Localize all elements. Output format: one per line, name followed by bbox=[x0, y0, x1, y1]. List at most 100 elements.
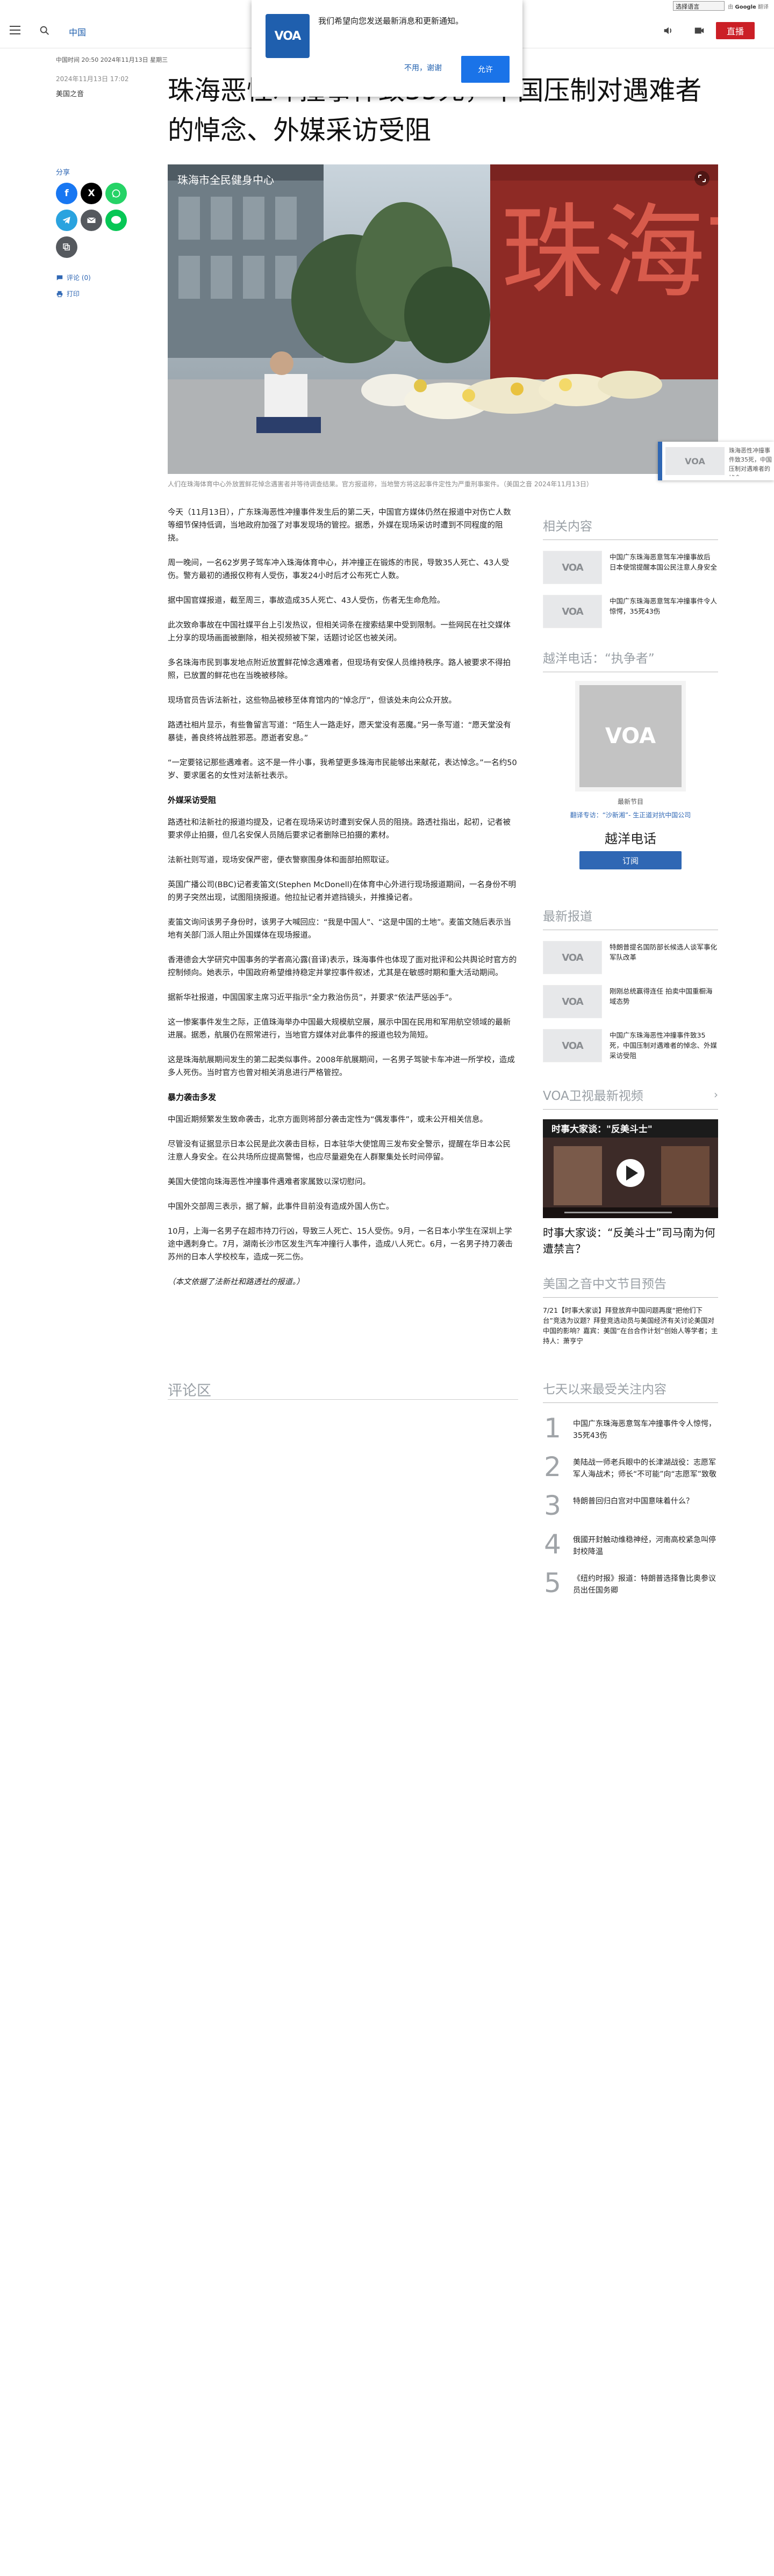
share-buttons: f X bbox=[56, 183, 127, 258]
popular-link[interactable]: 俄國开封触动维稳神经，河南高校紧急叫停封校降温 bbox=[573, 1531, 718, 1558]
paragraph: 现场官员告诉法新社，这些物品被移至体育馆内的“悼念厅”，但该处未向公众开放。 bbox=[168, 696, 457, 705]
paragraph: 尽管没有证据显示日本公民是此次袭击目标，日本驻华大使馆周三发布安全警示，提醒在华… bbox=[168, 1140, 511, 1162]
paragraph: 英国广播公司(BBC)记者麦笛文(Stephen McDonell)在体育中心外… bbox=[168, 881, 517, 902]
popular-link[interactable]: 特朗普回归白宫对中国意味着什么？ bbox=[573, 1492, 693, 1507]
podcast-episode-link[interactable]: 翻译专访：“沙新湘”- 生正道对抗中国公司 bbox=[570, 810, 691, 819]
language-select[interactable]: 选择语言 bbox=[673, 1, 725, 11]
comments-heading: 评论区 bbox=[168, 1383, 211, 1399]
live-button[interactable]: 直播 bbox=[716, 22, 755, 39]
notification-prompt: VOA 我们希望向您发送最新消息和更新通知。 不用，谢谢 允许 bbox=[252, 0, 522, 97]
translate-widget: 选择语言 由 Google 翻译 bbox=[673, 1, 769, 11]
list-item[interactable]: VOA 中国广东珠海恶意驾车冲撞事件令人惊愕，35死43伤 bbox=[543, 595, 718, 628]
sticky-title: 珠海恶性冲撞事件致35死，中国压制对遇难者的悼念 bbox=[729, 447, 772, 476]
sticky-accent bbox=[658, 442, 662, 480]
list-item[interactable]: 4 俄國开封触动维稳神经，河南高校紧急叫停封校降温 bbox=[543, 1531, 718, 1558]
telegram-icon[interactable] bbox=[56, 210, 77, 231]
popular-link[interactable]: 《纽约时报》报道：特朗普选择鲁比奥参议员出任国务卿 bbox=[573, 1570, 718, 1596]
thumbnail: VOA bbox=[665, 447, 725, 475]
thumbnail: VOA bbox=[543, 985, 602, 1018]
line-icon[interactable] bbox=[105, 210, 127, 231]
list-item[interactable]: 1 中国广东珠海恶意驾车冲撞事件令人惊愕，35死43伤 bbox=[543, 1415, 718, 1442]
search-icon[interactable] bbox=[39, 25, 51, 37]
comment-icon bbox=[56, 275, 63, 280]
notification-allow-button[interactable]: 允许 bbox=[461, 56, 510, 83]
popular-link[interactable]: 美陆战一师老兵眼中的长津湖战役：志愿军军人海战术；师长“不可能”向“志愿军”致敬 bbox=[573, 1454, 718, 1480]
share-label: 分享 bbox=[56, 169, 70, 177]
article-dates: 中国时间 20:50 2024年11月13日 星期三 bbox=[56, 56, 168, 63]
paragraph: 这是珠海航展期间发生的第二起类似事件。2008年航展期间，一名男子驾驶卡车冲进一… bbox=[168, 1056, 515, 1077]
podcast-heading: 越洋电话：“执争者” bbox=[543, 648, 718, 672]
related-heading: 相关内容 bbox=[543, 516, 718, 540]
author: 美国之音 bbox=[56, 90, 84, 98]
video-caption[interactable]: 时事大家谈：“反美斗士”司马南为何遭禁言？ bbox=[543, 1225, 718, 1257]
preview-text[interactable]: 7/21【时事大家谈】拜登放弃中国问题再度“把他们下台”竞选为议题？拜登竞选动员… bbox=[543, 1305, 718, 1346]
list-item[interactable]: 3 特朗普回归白宫对中国意味着什么？ bbox=[543, 1492, 718, 1519]
podcast-card: VOA 最新节目 翻译专访：“沙新湘”- 生正道对抗中国公司 越洋电话 订阅 bbox=[543, 685, 718, 869]
thumbnail: VOA bbox=[543, 595, 602, 628]
menu-icon[interactable] bbox=[10, 26, 20, 35]
paragraph: “一定要铭记那些遇难者。这不是一件小事，我希望更多珠海市民能够出来献花，表达悼念… bbox=[168, 759, 517, 780]
notification-message: 我们希望向您发送最新消息和更新通知。 bbox=[318, 16, 464, 26]
chevron-right-icon[interactable]: › bbox=[714, 1088, 718, 1101]
subheading: 外媒采访受阻 bbox=[168, 795, 217, 805]
rank-number: 4 bbox=[544, 1529, 561, 1560]
paragraph: 据新华社报道，中国国家主席习近平指示“全力救治伤员”，并要求“依法严惩凶手”。 bbox=[168, 994, 457, 1002]
subscribe-button[interactable]: 订阅 bbox=[579, 851, 682, 869]
audio-icon[interactable] bbox=[662, 25, 674, 37]
list-item[interactable]: VOA 中国广东珠海恶性冲撞事件致35死，中国压制对遇难者的悼念、外媒采访受阻 bbox=[543, 1029, 718, 1062]
x-twitter-icon[interactable]: X bbox=[81, 183, 102, 204]
related-link[interactable]: 中国广东珠海恶意驾车冲撞事故后 日本使馆提醒本国公民注意人身安全 bbox=[610, 551, 718, 584]
podcast-caption: 最新节目 bbox=[617, 798, 643, 805]
list-item[interactable]: 2 美陆战一师老兵眼中的长津湖战役：志愿军军人海战术；师长“不可能”向“志愿军”… bbox=[543, 1454, 718, 1480]
paragraph: 中国近期频繁发生致命袭击，北京方面则将部分袭击定性为“偶发事件”，或未公开相关信… bbox=[168, 1116, 488, 1124]
popular-heading: 七天以来最受关注内容 bbox=[543, 1379, 718, 1403]
source-note: （本文依据了法新社和路透社的报道。） bbox=[168, 1278, 304, 1286]
thumbnail: VOA bbox=[543, 1029, 602, 1062]
print-link[interactable]: 打印 bbox=[56, 289, 80, 298]
video-icon[interactable] bbox=[693, 25, 705, 37]
paragraph: 路透社相片显示，有些鲁留言写道：“陌生人一路走好，愿天堂没有恶魔。”另一条写道：… bbox=[168, 721, 511, 743]
expand-icon[interactable] bbox=[694, 171, 710, 186]
copy-link-icon[interactable] bbox=[56, 236, 77, 258]
hero-image: 珠海市 珠海市全民健身中心 bbox=[168, 164, 718, 474]
publish-date: 2024年11月13日 17:02 bbox=[56, 75, 129, 83]
list-item[interactable]: VOA 特朗普提名国防部长候选人谈军事化军队改革 bbox=[543, 941, 718, 974]
notification-cancel-button[interactable]: 不用，谢谢 bbox=[399, 59, 447, 77]
latest-link[interactable]: 中国广东珠海恶性冲撞事件致35死，中国压制对遇难者的悼念、外媒采访受阻 bbox=[610, 1029, 718, 1062]
rank-number: 3 bbox=[544, 1490, 561, 1521]
thumbnail: VOA bbox=[543, 551, 602, 584]
whatsapp-icon[interactable] bbox=[105, 183, 127, 204]
podcast-section: 越洋电话：“执争者” VOA 最新节目 翻译专访：“沙新湘”- 生正道对抗中国公… bbox=[543, 648, 718, 869]
paragraph: 今天（11月13日），广东珠海恶性冲撞事件发生后的第二天，中国官方媒体仍然在报道… bbox=[168, 508, 511, 543]
list-item[interactable]: VOA 刚刚总统赢得连任 拍卖中国重橱海域态势 bbox=[543, 985, 718, 1018]
video-section: VOA卫视最新视频 › 时事大家谈："反美斗士" 时事大家谈：“反美斗士”司马南为… bbox=[543, 1085, 718, 1257]
paragraph: 这一惨案事件发生之际，正值珠海举办中国最大规模航空展，展示中国在民用和军用航空领… bbox=[168, 1018, 511, 1040]
thumbnail: VOA bbox=[543, 941, 602, 974]
latest-link[interactable]: 特朗普提名国防部长候选人谈军事化军队改革 bbox=[610, 941, 718, 974]
article-body: 今天（11月13日），广东珠海恶性冲撞事件发生后的第二天，中国官方媒体仍然在报道… bbox=[168, 506, 518, 1300]
video-banner: 时事大家谈："反美斗士" bbox=[551, 1124, 653, 1135]
sticky-next-article[interactable]: VOA 珠海恶性冲撞事件致35死，中国压制对遇难者的悼念 bbox=[658, 442, 774, 480]
video-heading: VOA卫视最新视频 › bbox=[543, 1085, 718, 1110]
list-item[interactable]: 5 《纽约时报》报道：特朗普选择鲁比奥参议员出任国务卿 bbox=[543, 1570, 718, 1596]
program-preview: 美国之音中文节目预告 7/21【时事大家谈】拜登放弃中国问题再度“把他们下台”竞… bbox=[543, 1273, 718, 1346]
translate-powered-by: 由 Google 翻译 bbox=[728, 4, 769, 10]
related-link[interactable]: 中国广东珠海恶意驾车冲撞事件令人惊愕，35死43伤 bbox=[610, 595, 718, 628]
paragraph: 10月，上海一名男子在超市持刀行凶，导致三人死亡、15人受伤。9月，一名日本小学… bbox=[168, 1227, 513, 1262]
popular-link[interactable]: 中国广东珠海恶意驾车冲撞事件令人惊愕，35死43伤 bbox=[573, 1415, 718, 1442]
facebook-icon[interactable]: f bbox=[56, 183, 77, 204]
list-item[interactable]: VOA 中国广东珠海恶意驾车冲撞事故后 日本使馆提醒本国公民注意人身安全 bbox=[543, 551, 718, 584]
podcast-name: 越洋电话 bbox=[605, 831, 656, 846]
latest-heading: 最新报道 bbox=[543, 906, 718, 930]
paragraph: 周一晚间，一名62岁男子驾车冲入珠海体育中心，并冲撞正在锻炼的市民，导致35人死… bbox=[168, 559, 510, 580]
section-link-china[interactable]: 中国 bbox=[69, 25, 86, 38]
paragraph: 路透社和法新社的报道均提及，记者在现场采访时遭到安保人员的阻挠。路透社指出，起初… bbox=[168, 818, 511, 840]
email-icon[interactable] bbox=[81, 210, 102, 231]
rank-number: 5 bbox=[544, 1567, 561, 1599]
voa-logo: VOA bbox=[266, 14, 310, 58]
related-content: 相关内容 VOA 中国广东珠海恶意驾车冲撞事故后 日本使馆提醒本国公民注意人身安… bbox=[543, 516, 718, 628]
podcast-art[interactable]: VOA bbox=[579, 685, 682, 787]
latest-link[interactable]: 刚刚总统赢得连任 拍卖中国重橱海域态势 bbox=[610, 985, 718, 1018]
video-player[interactable]: 时事大家谈："反美斗士" bbox=[543, 1119, 718, 1218]
comments-link[interactable]: 评论 (0) bbox=[56, 273, 91, 282]
